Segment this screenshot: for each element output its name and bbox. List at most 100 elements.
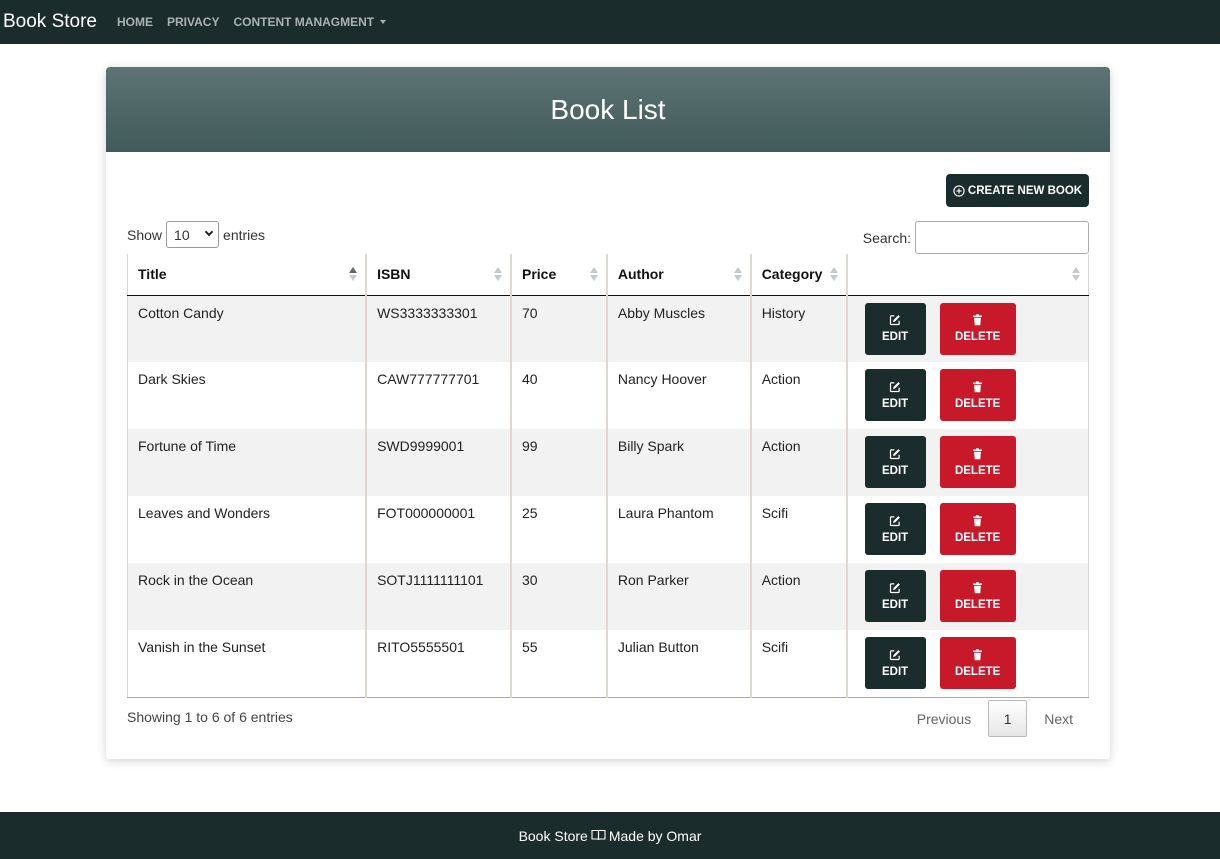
page-1-button[interactable]: 1 xyxy=(988,700,1028,737)
search-control: Search: xyxy=(863,221,1089,254)
cell-category: Action xyxy=(750,362,848,429)
table-row: Vanish in the Sunset RITO5555501 55 Juli… xyxy=(127,630,1089,698)
delete-button[interactable]: DELETE xyxy=(939,570,1016,622)
cell-isbn: WS3333333301 xyxy=(366,295,512,362)
cell-title: Vanish in the Sunset xyxy=(127,630,368,698)
sort-icon xyxy=(494,267,502,282)
pencil-square-icon xyxy=(890,515,900,526)
table-row: Cotton Candy WS3333333301 70 Abby Muscle… xyxy=(127,295,1089,362)
books-table: Title ISBN Price Author Category Cotton … xyxy=(127,254,1089,698)
delete-button[interactable]: DELETE xyxy=(939,369,1016,421)
cell-price: 30 xyxy=(511,563,608,630)
column-header-label: Price xyxy=(522,266,557,283)
edit-label: EDIT xyxy=(882,397,909,410)
cell-actions: EDIT DELETE xyxy=(846,630,1089,698)
cell-actions: EDIT DELETE xyxy=(846,429,1089,496)
delete-button[interactable]: DELETE xyxy=(939,503,1016,555)
search-input[interactable] xyxy=(915,221,1089,254)
delete-button[interactable]: DELETE xyxy=(939,302,1016,355)
delete-label: DELETE xyxy=(954,531,1001,544)
column-header-label: ISBN xyxy=(377,266,411,283)
edit-label: EDIT xyxy=(882,665,909,678)
cell-title: Rock in the Ocean xyxy=(127,563,368,630)
nav-content-management-label: CONTENT MANAGMENT xyxy=(233,15,375,29)
create-new-book-label: CREATE NEW BOOK xyxy=(967,184,1083,197)
table-header-row: Title ISBN Price Author Category xyxy=(127,254,1089,296)
column-header-actions[interactable] xyxy=(846,254,1089,296)
cell-actions: EDIT DELETE xyxy=(846,295,1089,362)
column-header-author[interactable]: Author xyxy=(606,254,752,296)
cell-price: 70 xyxy=(511,295,608,362)
pencil-square-icon xyxy=(890,582,900,593)
delete-label: DELETE xyxy=(954,464,1001,477)
edit-label: EDIT xyxy=(882,598,909,611)
next-page-button[interactable]: Next xyxy=(1044,711,1073,727)
brand-link[interactable]: Book Store xyxy=(3,11,97,33)
pagination: Previous 1 Next xyxy=(917,700,1089,737)
book-list-card: Book List CREATE NEW BOOK Show 10 entrie… xyxy=(106,67,1110,759)
cell-isbn: RITO5555501 xyxy=(366,630,512,698)
previous-page-button[interactable]: Previous xyxy=(917,711,971,727)
sort-icon xyxy=(829,267,838,282)
pencil-square-icon xyxy=(890,315,900,326)
cell-title: Cotton Candy xyxy=(127,295,368,362)
show-label: Show xyxy=(127,226,163,243)
table-info: Showing 1 to 6 of 6 entries xyxy=(127,709,293,725)
column-header-title[interactable]: Title xyxy=(127,254,368,296)
delete-label: DELETE xyxy=(954,331,1001,343)
edit-button[interactable]: EDIT xyxy=(864,637,926,689)
edit-button[interactable]: EDIT xyxy=(864,570,926,622)
column-header-category[interactable]: Category xyxy=(750,254,848,296)
cell-price: 40 xyxy=(511,362,608,429)
edit-button[interactable]: EDIT xyxy=(864,436,926,488)
cell-category: Action xyxy=(750,429,848,496)
cell-author: Ron Parker xyxy=(606,563,752,630)
trash-icon xyxy=(973,648,983,660)
search-label: Search: xyxy=(862,229,911,246)
cell-category: Action xyxy=(750,563,848,630)
edit-button[interactable]: EDIT xyxy=(864,369,926,421)
edit-label: EDIT xyxy=(882,331,909,343)
column-header-isbn[interactable]: ISBN xyxy=(366,254,512,296)
cell-title: Fortune of Time xyxy=(127,429,368,496)
sort-icon xyxy=(589,267,598,282)
pencil-square-icon xyxy=(890,649,900,660)
delete-button[interactable]: DELETE xyxy=(939,436,1016,488)
pencil-square-icon xyxy=(890,381,900,392)
trash-icon xyxy=(973,380,983,392)
delete-label: DELETE xyxy=(954,665,1001,678)
edit-button[interactable]: EDIT xyxy=(864,503,926,555)
cell-category: Scifi xyxy=(750,630,848,698)
cell-category: History xyxy=(750,295,848,362)
trash-icon xyxy=(973,514,983,526)
trash-icon xyxy=(973,447,983,459)
nav-home-link[interactable]: HOME xyxy=(117,15,153,29)
cell-author: Nancy Hoover xyxy=(606,362,752,429)
table-row: Leaves and Wonders FOT000000001 25 Laura… xyxy=(127,496,1089,563)
book-icon xyxy=(591,828,606,844)
footer: Book Store Made by Omar xyxy=(0,812,1220,859)
column-header-label: Title xyxy=(138,266,167,283)
edit-label: EDIT xyxy=(882,531,909,544)
create-new-book-button[interactable]: CREATE NEW BOOK xyxy=(946,174,1089,207)
column-header-price[interactable]: Price xyxy=(511,254,608,296)
column-header-label: Author xyxy=(617,266,664,283)
delete-button[interactable]: DELETE xyxy=(939,637,1016,689)
entries-select[interactable]: 10 xyxy=(166,221,220,248)
edit-label: EDIT xyxy=(882,464,909,477)
edit-button[interactable]: EDIT xyxy=(864,302,926,355)
card-header: Book List xyxy=(106,67,1110,152)
page-title: Book List xyxy=(550,93,666,125)
cell-price: 25 xyxy=(511,496,608,563)
cell-actions: EDIT DELETE xyxy=(846,496,1089,563)
column-header-label: Category xyxy=(761,266,823,283)
cell-isbn: CAW777777701 xyxy=(366,362,512,429)
cell-isbn: SWD9999001 xyxy=(366,429,512,496)
cell-author: Abby Muscles xyxy=(606,295,752,362)
nav-content-management-dropdown[interactable]: CONTENT MANAGMENT xyxy=(233,15,387,29)
footer-credit: Made by Omar xyxy=(608,827,702,844)
nav-privacy-link[interactable]: PRIVACY xyxy=(167,15,219,29)
cell-price: 99 xyxy=(511,429,608,496)
caret-down-icon xyxy=(380,20,387,24)
footer-brand: Book Store xyxy=(518,827,588,844)
